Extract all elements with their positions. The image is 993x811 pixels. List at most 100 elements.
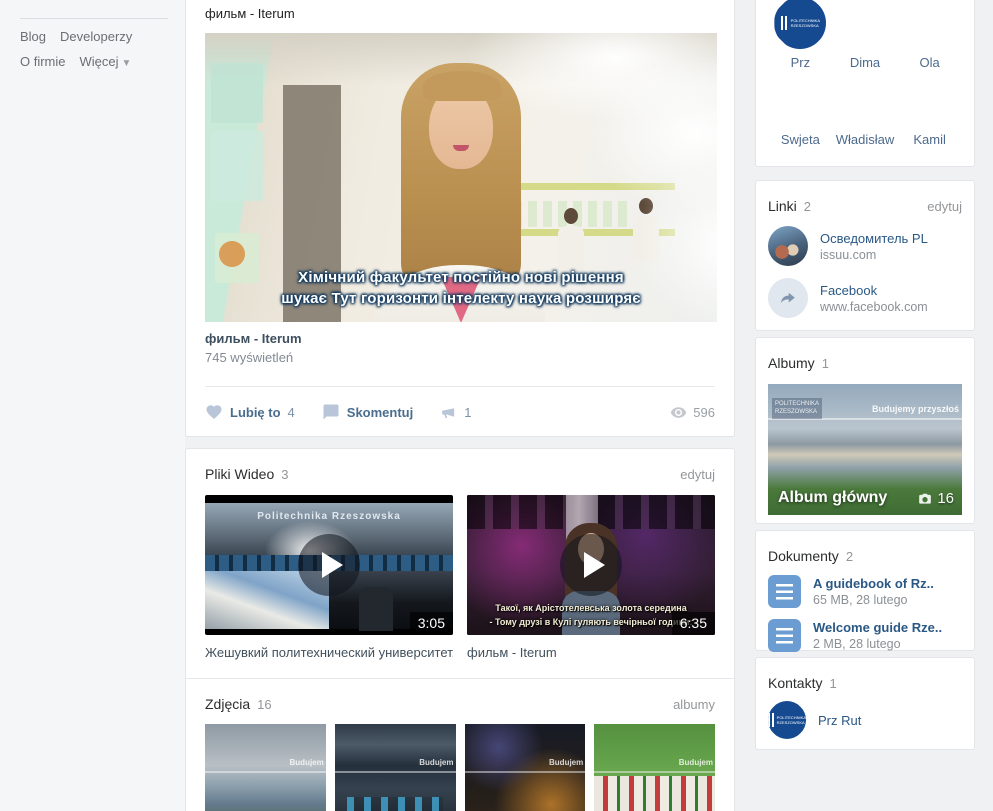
videos-section-title[interactable]: Pliki Wideo <box>205 466 274 482</box>
share-button[interactable]: 1 <box>440 404 471 421</box>
photo-watermark-text: Budujem <box>549 758 583 767</box>
eye-icon <box>670 404 687 421</box>
photo-watermark-line <box>465 771 586 773</box>
contacts-section-header: Kontakty 1 <box>768 658 962 691</box>
documents-section-title[interactable]: Dokumenty <box>768 548 839 564</box>
friend-kamil[interactable]: Kamil <box>897 74 962 147</box>
links-section-header: Linki 2 edytuj <box>768 181 962 214</box>
photo-thumbnail-campus[interactable]: Budujem <box>205 724 326 811</box>
video-thumbnail-2[interactable]: Такої, як Арістотелевська золота середин… <box>467 495 715 635</box>
like-button[interactable]: Lubię to 4 <box>205 403 295 421</box>
comment-icon <box>322 403 340 421</box>
links-count: 2 <box>804 199 811 214</box>
links-card: Linki 2 edytuj Осведомитель PL issuu.com… <box>755 180 975 331</box>
video-captions: Жешувкий политехнический университет... … <box>205 645 715 660</box>
avatar: PolitechnikaRzeszowska <box>774 0 826 49</box>
post-card: фильм - Iterum <box>185 0 735 437</box>
play-icon <box>560 534 622 596</box>
documents-section-header: Dokumenty 2 <box>768 531 962 564</box>
post-action-bar: Lubię to 4 Skomentuj 1 596 <box>205 401 715 423</box>
sidebar-links-row-2: O firmie Więcej▼ <box>20 54 185 69</box>
links-edit-link[interactable]: edytuj <box>927 199 962 214</box>
comment-button[interactable]: Skomentuj <box>322 403 413 421</box>
video-caption-1[interactable]: Жешувкий политехнический университет... <box>205 645 453 660</box>
friend-wladislaw[interactable]: Władisław <box>833 74 898 147</box>
link-avatar-photo <box>768 226 808 266</box>
contacts-section-title[interactable]: Kontakty <box>768 675 822 691</box>
post-divider <box>205 386 715 387</box>
albums-section-title[interactable]: Albumy <box>768 355 815 371</box>
politechnika-logo-icon: PolitechnikaRzeszowska <box>774 0 826 49</box>
videos-section-header: Pliki Wideo 3 edytuj <box>205 449 715 482</box>
albums-card: Albumy 1 PolitechnikaRzeszowska Budujemy… <box>755 337 975 524</box>
video-subtitles: Хімічний факультет постійно нові рішення… <box>205 267 717 311</box>
friend-prz[interactable]: PolitechnikaRzeszowska Prz <box>768 0 833 70</box>
video-thumbnail-1[interactable]: Politechnika Rzeszowska 3:05 <box>205 495 453 635</box>
post-views-counter: 596 <box>670 404 715 421</box>
photos-section-title[interactable]: Zdjęcia <box>205 696 250 712</box>
chevron-down-icon: ▼ <box>122 58 132 69</box>
videos-edit-link[interactable]: edytuj <box>680 467 715 482</box>
sidebar-divider <box>20 18 168 19</box>
photos-albums-link[interactable]: albumy <box>673 697 715 712</box>
avatar <box>839 74 891 126</box>
album-logo-watermark: PolitechnikaRzeszowska <box>772 398 822 419</box>
friends-card: PolitechnikaRzeszowska Prz Dima Ola Swje… <box>755 0 975 167</box>
document-item-2[interactable]: Welcome guide Rze.. 2 MB, 28 lutego <box>768 619 962 652</box>
external-link-icon <box>768 278 808 318</box>
video-duration: 3:05 <box>410 612 453 635</box>
links-section-title[interactable]: Linki <box>768 198 797 214</box>
friend-dima[interactable]: Dima <box>833 0 898 70</box>
thumb-sign-text: Politechnika Rzeszowska <box>205 511 453 522</box>
document-icon <box>768 575 801 608</box>
photos-section-header: Zdjęcia 16 albumy <box>205 679 715 712</box>
contact-item-prz-rut[interactable]: PolitechnikaRzeszowska Prz Rut <box>768 701 962 739</box>
nav-link-developers[interactable]: Developerzy <box>60 29 132 44</box>
sidebar-links-row-1: Blog Developerzy <box>20 29 185 44</box>
link-item-facebook[interactable]: Facebook www.facebook.com <box>768 278 962 318</box>
post-title: фильм - Iterum <box>205 0 715 21</box>
document-item-1[interactable]: A guidebook of Rz.. 65 MB, 28 lutego <box>768 575 962 608</box>
contacts-count: 1 <box>829 676 836 691</box>
document-icon <box>768 619 801 652</box>
page: Blog Developerzy O firmie Więcej▼ фильм … <box>0 0 993 811</box>
album-photo-count: 16 <box>918 490 954 507</box>
documents-card: Dokumenty 2 A guidebook of Rz.. 65 MB, 2… <box>755 530 975 651</box>
videos-count: 3 <box>281 467 288 482</box>
left-sidebar: Blog Developerzy O firmie Więcej▼ <box>0 0 185 811</box>
camera-icon <box>918 492 932 506</box>
video-thumbnails: Politechnika Rzeszowska 3:05 Такої, як А… <box>205 495 715 635</box>
share-count: 1 <box>464 405 471 420</box>
friend-ola[interactable]: Ola <box>897 0 962 70</box>
photo-watermark-line <box>205 771 326 773</box>
nav-link-more[interactable]: Więcej▼ <box>80 54 132 69</box>
photo-watermark-text: Budujem <box>679 758 713 767</box>
megaphone-icon <box>440 404 457 421</box>
photo-thumbnail-dancers[interactable]: Budujem <box>594 724 715 811</box>
thumb-car-seat <box>359 587 393 631</box>
album-title: Album główny <box>778 489 887 507</box>
video-caption-2[interactable]: фильм - Iterum <box>467 645 715 660</box>
post-views-label: 745 wyświetleń <box>205 350 715 365</box>
album-watermark-text: Budujemy przyszłoś <box>872 404 959 414</box>
nav-link-about[interactable]: O firmie <box>20 54 66 69</box>
post-video-title-link[interactable]: фильм - Iterum <box>205 331 715 346</box>
album-cover[interactable]: PolitechnikaRzeszowska Budujemy przyszło… <box>768 384 962 515</box>
link-item-osvedomitel[interactable]: Осведомитель PL issuu.com <box>768 226 962 266</box>
friends-grid: PolitechnikaRzeszowska Prz Dima Ola Swje… <box>768 0 962 147</box>
albums-count: 1 <box>822 356 829 371</box>
heart-icon <box>205 403 223 421</box>
friend-swjeta[interactable]: Swjeta <box>768 74 833 147</box>
photo-thumbnail-cockpit[interactable]: Budujem <box>335 724 456 811</box>
albums-section-header: Albumy 1 <box>768 338 962 371</box>
photo-thumbnail-concert[interactable]: Budujem <box>465 724 586 811</box>
documents-count: 2 <box>846 549 853 564</box>
video-duration: 6:35 <box>672 612 715 635</box>
avatar <box>839 0 891 49</box>
photos-count: 16 <box>257 697 271 712</box>
avatar <box>904 0 956 49</box>
post-video-player[interactable]: Хімічний факультет постійно нові рішення… <box>205 33 717 322</box>
nav-link-blog[interactable]: Blog <box>20 29 46 44</box>
photos-grid: Budujem Budujem Budujem Budujem <box>205 724 715 811</box>
photo-watermark-line <box>594 771 715 773</box>
